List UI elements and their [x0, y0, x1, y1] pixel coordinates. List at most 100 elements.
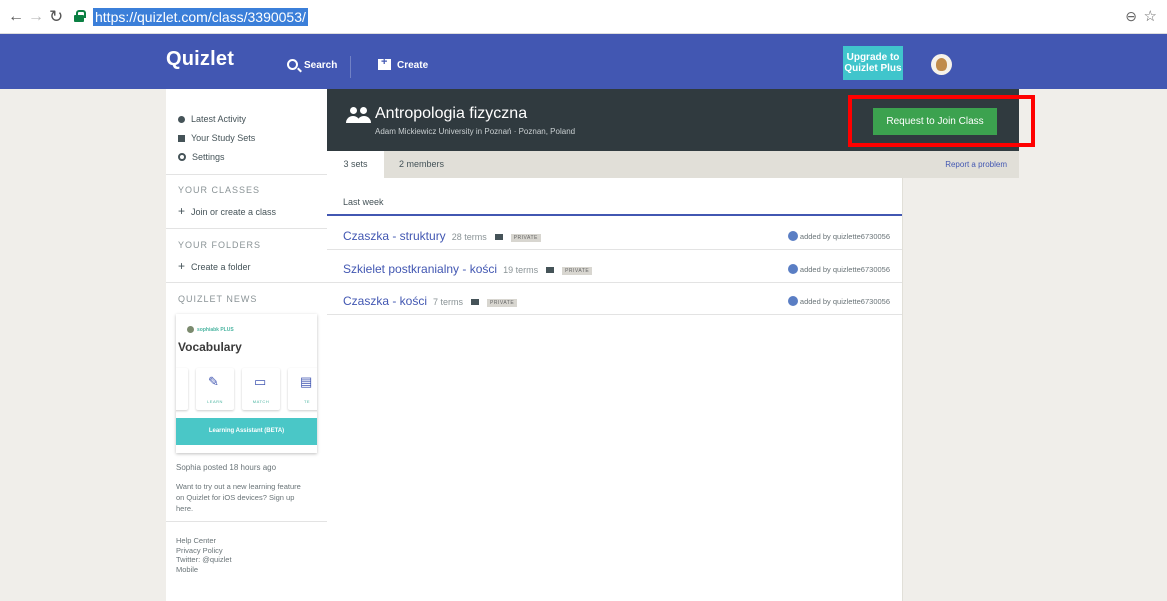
twitter-link[interactable]: Twitter: @quizlet	[176, 555, 232, 565]
news-description-link[interactable]: Want to try out a new learning feature o…	[176, 481, 306, 514]
create-icon	[378, 56, 391, 70]
search-label: Search	[304, 60, 338, 71]
report-problem-link[interactable]: Report a problem	[945, 151, 1007, 178]
added-by-text: added by quizlette6730056	[799, 265, 890, 274]
address-bar[interactable]: https://quizlet.com/class/3390053/	[93, 8, 308, 26]
back-arrow-icon[interactable]: ←	[8, 8, 24, 26]
create-button[interactable]: Create	[378, 56, 429, 71]
set-title[interactable]: Czaszka - struktury	[343, 229, 446, 243]
added-by: added by quizlette6730056	[787, 264, 890, 274]
search-button[interactable]: Search	[287, 59, 337, 71]
forward-arrow-icon[interactable]: →	[28, 8, 44, 26]
sidebar-item-label: Your Study Sets	[191, 133, 256, 143]
private-badge: PRIVATE	[510, 234, 541, 242]
group-divider	[327, 214, 902, 216]
browser-toolbar: ← → ↻ https://quizlet.com/class/3390053/…	[0, 0, 1167, 34]
match-icon: ▭	[254, 374, 267, 389]
class-title: Antropologia fizyczna	[375, 105, 528, 122]
set-terms: 28 terms	[451, 232, 487, 242]
set-title-wrap: Czaszka - struktury 28 terms PRIVATE	[343, 229, 541, 243]
create-folder-link[interactable]: + Create a folder	[178, 259, 251, 273]
create-label: Create	[397, 60, 429, 71]
private-badge: PRIVATE	[487, 299, 518, 307]
mode-tile-label: LEARN	[207, 399, 223, 404]
set-terms: 19 terms	[503, 265, 539, 275]
folders-heading: YOUR FOLDERS	[178, 240, 262, 250]
set-row[interactable]: Szkielet postkranialny - kości 19 terms PR…	[327, 255, 902, 283]
sidebar-item-latest-activity[interactable]: Latest Activity	[178, 114, 246, 124]
privacy-policy-link[interactable]: Privacy Policy	[176, 546, 232, 556]
news-heading: QUIZLET NEWS	[178, 294, 258, 304]
group-label: Last week	[343, 197, 384, 207]
folder-icon	[471, 299, 480, 305]
mode-tile: ▭ MATCH	[242, 368, 280, 410]
news-card-author: sophiabk PLUS	[187, 326, 234, 333]
news-card-banner: Learning Assistant (BETA)	[176, 418, 317, 445]
tab-sets[interactable]: 3 sets	[327, 151, 384, 178]
news-card-title: Vocabulary	[178, 340, 242, 354]
set-title[interactable]: Szkielet postkranialny - kości	[343, 262, 497, 276]
mode-tile: ✎ LEARN	[196, 368, 234, 410]
user-avatar-icon	[787, 231, 798, 241]
right-panel	[902, 178, 1019, 601]
set-title-wrap: Szkielet postkranialny - kości 19 terms PR…	[343, 262, 593, 276]
set-row[interactable]: Czaszka - struktury 28 terms PRIVATE added…	[327, 222, 902, 250]
plus-icon: +	[178, 204, 186, 218]
pen-icon: ✎	[208, 374, 219, 389]
mode-tile: ▣GS	[176, 368, 188, 410]
folder-icon	[494, 234, 503, 240]
sidebar-item-study-sets[interactable]: Your Study Sets	[178, 133, 255, 143]
search-icon	[287, 59, 298, 70]
create-folder-label: Create a folder	[191, 262, 251, 272]
sets-panel: Last week Czaszka - struktury 28 terms PRI…	[327, 178, 902, 601]
upgrade-button[interactable]: Upgrade to Quizlet Plus	[843, 46, 903, 80]
site-header: Quizlet Search Create	[0, 34, 1167, 89]
classes-heading: YOUR CLASSES	[178, 185, 261, 195]
upgrade-line2: Quizlet Plus	[844, 63, 902, 74]
user-avatar[interactable]	[931, 54, 952, 75]
sidebar-divider	[166, 174, 327, 175]
folder-icon	[546, 267, 555, 273]
lock-icon	[74, 10, 86, 22]
added-by: added by quizlette6730056	[787, 296, 890, 306]
user-avatar-icon	[787, 264, 798, 274]
class-tabs: 3 sets 2 members Report a problem	[327, 151, 1019, 178]
reload-icon[interactable]: ↻	[49, 8, 63, 26]
quizlet-logo[interactable]: Quizlet	[166, 48, 234, 71]
nav-divider	[350, 56, 351, 78]
news-meta: Sophia posted 18 hours ago	[176, 463, 277, 472]
mode-tile: ▤ TE	[288, 368, 317, 410]
sidebar-item-label: Settings	[192, 152, 225, 162]
user-avatar-icon	[787, 296, 798, 306]
private-badge: PRIVATE	[562, 267, 593, 275]
join-create-label: Join or create a class	[191, 207, 277, 217]
mode-tile-label: MATCH	[252, 399, 270, 404]
sidebar-divider	[166, 282, 327, 283]
test-icon: ▤	[300, 374, 313, 389]
sidebar-item-label: Latest Activity	[191, 114, 247, 124]
left-sidebar: Latest Activity Your Study Sets Settings…	[166, 89, 327, 601]
mobile-link[interactable]: Mobile	[176, 565, 232, 575]
sidebar-divider	[166, 521, 327, 522]
activity-icon	[178, 116, 185, 123]
news-card[interactable]: sophiabk PLUS Vocabulary ▣GS ✎ LEARN ▭ MAT…	[176, 314, 317, 453]
highlight-box	[848, 95, 1035, 147]
added-by-text: added by quizlette6730056	[799, 232, 890, 241]
added-by-text: added by quizlette6730056	[799, 297, 890, 306]
upgrade-line1: Upgrade to	[846, 52, 900, 63]
help-center-link[interactable]: Help Center	[176, 536, 232, 546]
plus-icon: +	[178, 259, 186, 273]
tab-members[interactable]: 2 members	[399, 151, 444, 178]
set-title[interactable]: Czaszka - kości	[343, 294, 427, 308]
group-icon	[346, 107, 372, 125]
join-create-class-link[interactable]: + Join or create a class	[178, 204, 276, 218]
study-sets-icon	[178, 135, 185, 142]
zoom-icon[interactable]: ⊖	[1125, 8, 1137, 25]
class-subtitle: Adam Mickiewicz University in Poznań · P…	[375, 127, 576, 136]
sidebar-divider	[166, 228, 327, 229]
sidebar-item-settings[interactable]: Settings	[178, 152, 225, 162]
set-row[interactable]: Czaszka - kości 7 terms PRIVATE added by q…	[327, 287, 902, 315]
mode-tile-label: TE	[303, 399, 311, 404]
set-terms: 7 terms	[433, 297, 464, 307]
bookmark-star-icon[interactable]: ☆	[1144, 7, 1157, 25]
